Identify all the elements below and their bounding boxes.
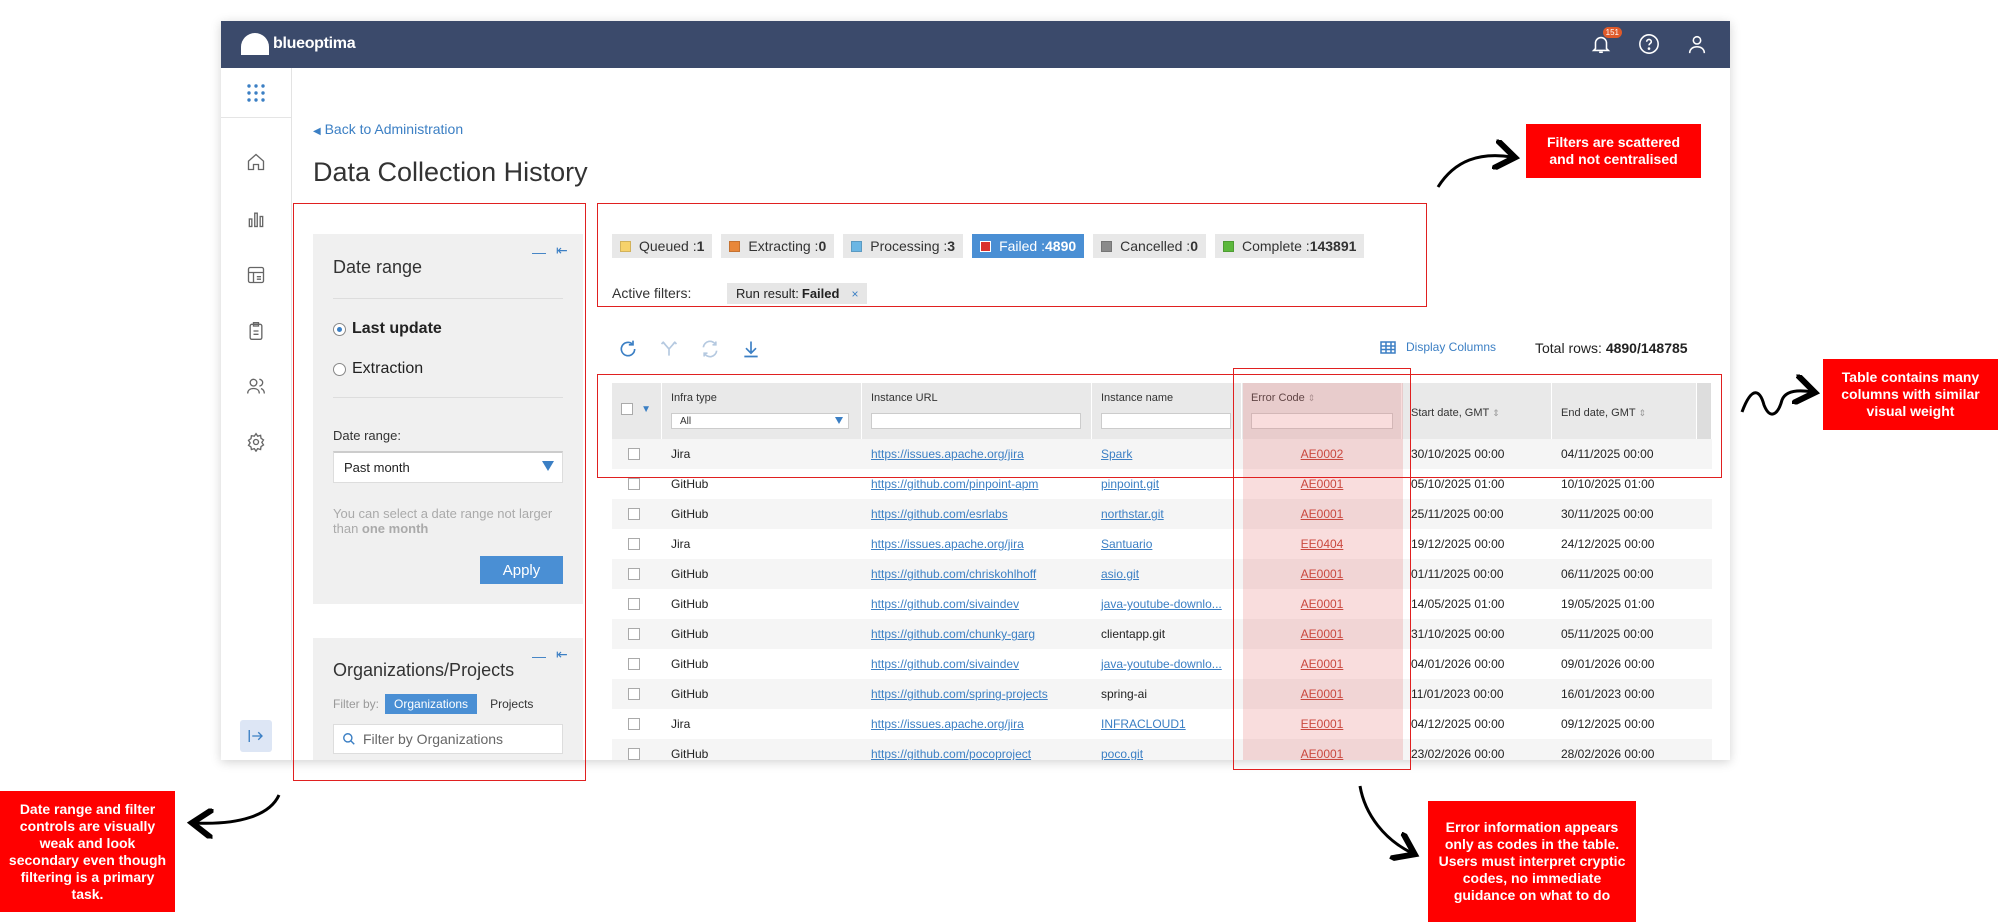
annotation-arrows: [0, 0, 1998, 922]
